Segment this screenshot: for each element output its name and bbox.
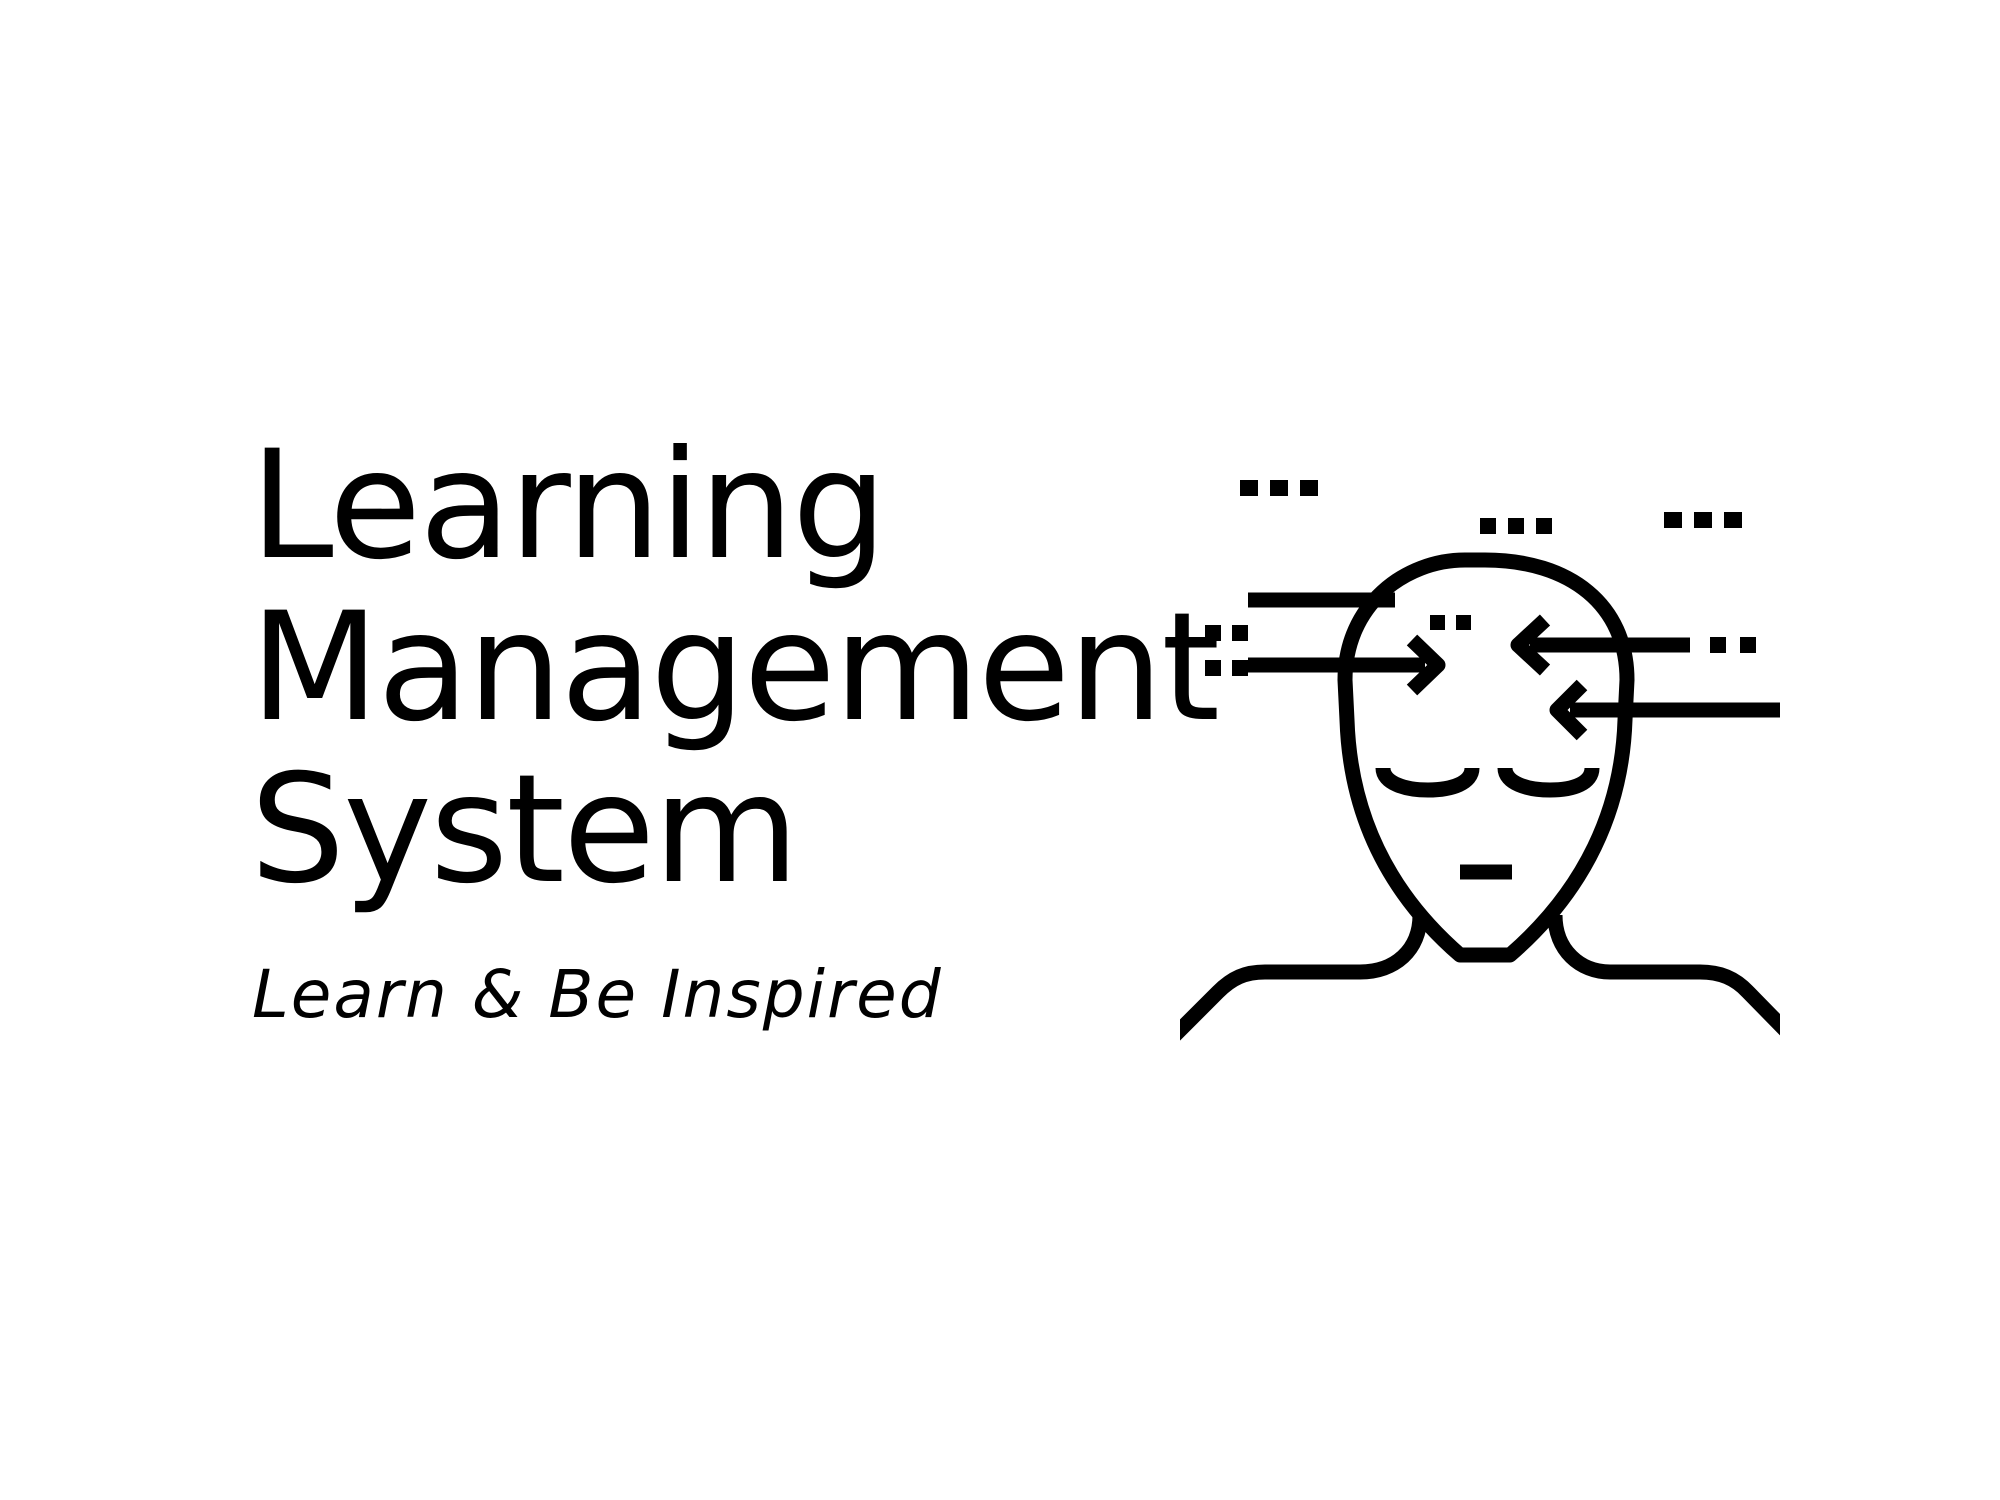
title-line-2: Management <box>250 581 1220 755</box>
logo-tagline: Learn & Be Inspired <box>252 956 943 1033</box>
title-line-3: System <box>250 743 799 917</box>
logo: Learning Management System Learn & Be In… <box>0 0 2000 1500</box>
head-with-inward-arrows-icon <box>1180 480 1780 1041</box>
title-line-1: Learning <box>250 419 887 593</box>
logo-title: Learning Management System <box>250 419 1220 917</box>
